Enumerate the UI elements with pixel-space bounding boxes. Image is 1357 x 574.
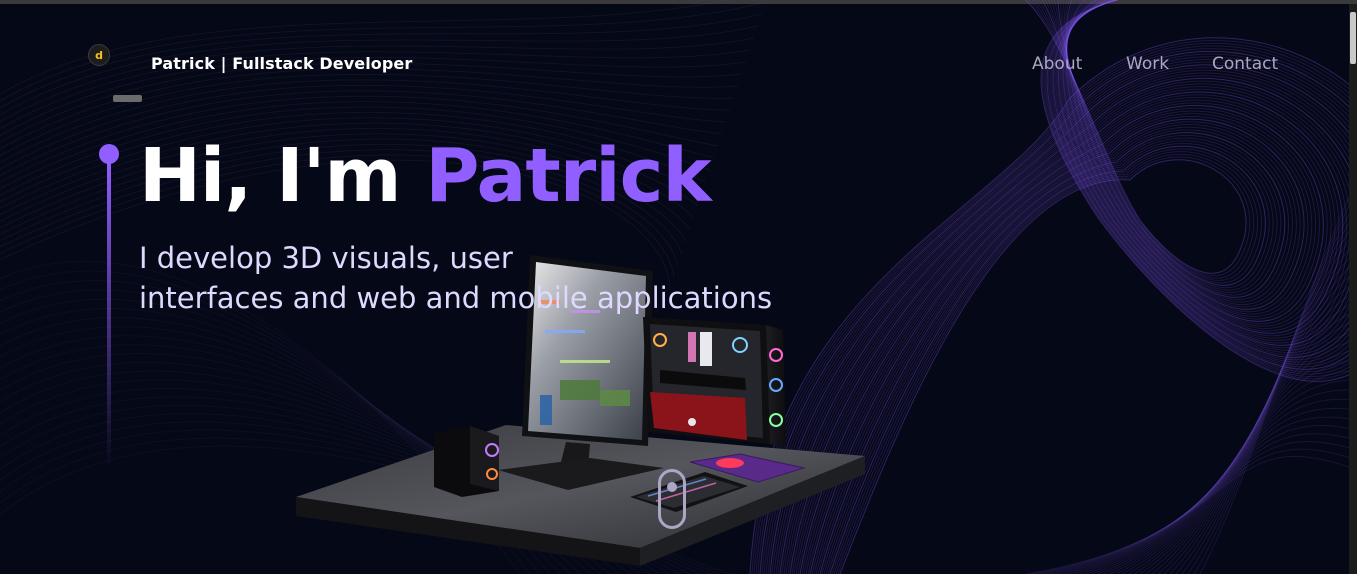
hero-page: d Patrick | Fullstack Developer About Wo… (0, 0, 1357, 574)
hero-greeting: Hi, I'm (139, 133, 401, 219)
pc-case (643, 317, 786, 446)
logo-glyph: d (95, 48, 103, 62)
logo-icon[interactable]: d (88, 44, 110, 66)
hero-name: Patrick (425, 133, 711, 219)
nav-link-work[interactable]: Work (1126, 54, 1169, 74)
hero-subtitle-line-2: interfaces and web and mobile applicatio… (139, 281, 773, 315)
scrollbar-thumb[interactable] (1350, 12, 1356, 64)
page-scrollbar[interactable] (1349, 4, 1357, 574)
brand-title[interactable]: Patrick | Fullstack Developer (151, 54, 412, 73)
speaker (434, 426, 499, 497)
hero-headline: Hi, I'm Patrick (139, 132, 712, 221)
nav-link-contact[interactable]: Contact (1212, 54, 1278, 74)
nav-link-about[interactable]: About (1032, 54, 1082, 74)
hero-subtitle-line-1: I develop 3D visuals, user (139, 241, 513, 275)
nav-indicator (113, 95, 142, 102)
scroll-indicator-icon[interactable] (658, 469, 686, 529)
timeline-line (107, 160, 111, 470)
scroll-indicator-dot (667, 482, 677, 492)
hero-subtitle: I develop 3D visuals, user interfaces an… (139, 238, 772, 318)
